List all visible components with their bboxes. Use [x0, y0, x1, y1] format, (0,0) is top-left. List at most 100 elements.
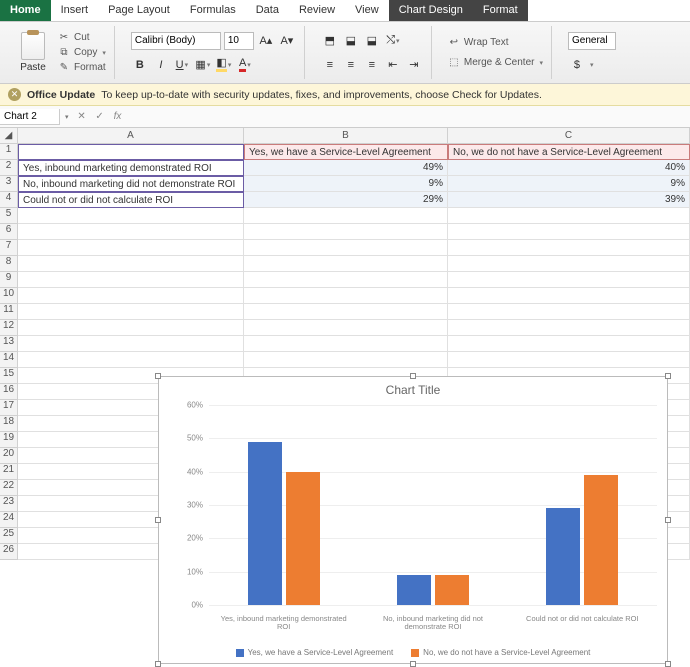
- cell[interactable]: [18, 240, 244, 256]
- cell[interactable]: 9%: [244, 176, 448, 192]
- legend-item[interactable]: No, we do not have a Service-Level Agree…: [411, 648, 590, 657]
- copy-button[interactable]: ⧉Copy▾: [58, 47, 106, 59]
- bar-group[interactable]: [508, 405, 657, 605]
- cell[interactable]: Yes, we have a Service-Level Agreement: [244, 144, 448, 160]
- cell[interactable]: [244, 320, 448, 336]
- tab-home[interactable]: Home: [0, 0, 51, 21]
- bar[interactable]: [546, 508, 580, 605]
- legend-item[interactable]: Yes, we have a Service-Level Agreement: [236, 648, 394, 657]
- format-painter-button[interactable]: ✎Format: [58, 62, 106, 74]
- chart-title[interactable]: Chart Title: [159, 377, 667, 399]
- resize-handle[interactable]: [665, 517, 671, 523]
- row-header[interactable]: 25: [0, 528, 18, 544]
- wrap-text-button[interactable]: ↩Wrap Text: [448, 37, 543, 49]
- cell[interactable]: [448, 288, 690, 304]
- row-header[interactable]: 3: [0, 176, 18, 192]
- cell[interactable]: [244, 256, 448, 272]
- cell[interactable]: [18, 272, 244, 288]
- row-header[interactable]: 22: [0, 480, 18, 496]
- row-header[interactable]: 6: [0, 224, 18, 240]
- align-top-button[interactable]: ⬒: [321, 32, 339, 50]
- col-header-c[interactable]: C: [448, 128, 690, 144]
- cell[interactable]: [18, 304, 244, 320]
- resize-handle[interactable]: [410, 373, 416, 379]
- align-left-button[interactable]: ≡: [321, 56, 339, 74]
- cell[interactable]: [244, 304, 448, 320]
- row-header[interactable]: 11: [0, 304, 18, 320]
- tab-insert[interactable]: Insert: [51, 0, 99, 21]
- cell[interactable]: Could not or did not calculate ROI: [18, 192, 244, 208]
- cell[interactable]: [18, 224, 244, 240]
- merge-center-button[interactable]: ⬚Merge & Center▾: [448, 57, 543, 69]
- plot-area[interactable]: [209, 405, 657, 605]
- bar-group[interactable]: [209, 405, 358, 605]
- cell[interactable]: 29%: [244, 192, 448, 208]
- cell[interactable]: [18, 256, 244, 272]
- name-box[interactable]: [0, 109, 60, 125]
- align-center-button[interactable]: ≡: [342, 56, 360, 74]
- row-header[interactable]: 14: [0, 352, 18, 368]
- bar[interactable]: [397, 575, 431, 605]
- number-format-select[interactable]: [568, 32, 616, 50]
- bar[interactable]: [435, 575, 469, 605]
- bar[interactable]: [584, 475, 618, 605]
- cell[interactable]: [244, 240, 448, 256]
- row-header[interactable]: 21: [0, 464, 18, 480]
- fill-color-button[interactable]: ◧▾: [215, 56, 233, 74]
- resize-handle[interactable]: [665, 661, 671, 667]
- row-header[interactable]: 1: [0, 144, 18, 160]
- row-header[interactable]: 5: [0, 208, 18, 224]
- increase-font-button[interactable]: A▴: [257, 32, 275, 50]
- cell[interactable]: [448, 352, 690, 368]
- cell[interactable]: [18, 288, 244, 304]
- chart-object[interactable]: Chart Title 0%10%20%30%40%50%60% Yes, in…: [158, 376, 668, 664]
- resize-handle[interactable]: [665, 373, 671, 379]
- fx-icon[interactable]: fx: [109, 111, 127, 122]
- tab-data[interactable]: Data: [246, 0, 289, 21]
- bar-group[interactable]: [358, 405, 507, 605]
- formula-input[interactable]: [127, 109, 690, 124]
- chart-legend[interactable]: Yes, we have a Service-Level Agreement N…: [159, 648, 667, 657]
- tab-chart-design[interactable]: Chart Design: [389, 0, 473, 21]
- row-header[interactable]: 4: [0, 192, 18, 208]
- align-right-button[interactable]: ≡: [363, 56, 381, 74]
- font-name-select[interactable]: [131, 32, 221, 50]
- cell[interactable]: Yes, inbound marketing demonstrated ROI: [18, 160, 244, 176]
- row-header[interactable]: 23: [0, 496, 18, 512]
- tab-page-layout[interactable]: Page Layout: [98, 0, 180, 21]
- row-header[interactable]: 10: [0, 288, 18, 304]
- decrease-font-button[interactable]: A▾: [278, 32, 296, 50]
- row-header[interactable]: 15: [0, 368, 18, 384]
- row-header[interactable]: 16: [0, 384, 18, 400]
- resize-handle[interactable]: [155, 661, 161, 667]
- font-color-button[interactable]: A▾: [236, 56, 254, 74]
- cell[interactable]: [448, 240, 690, 256]
- cell[interactable]: 40%: [448, 160, 690, 176]
- italic-button[interactable]: I: [152, 56, 170, 74]
- cell[interactable]: [18, 208, 244, 224]
- cell[interactable]: [18, 320, 244, 336]
- cell[interactable]: [244, 336, 448, 352]
- row-header[interactable]: 8: [0, 256, 18, 272]
- cell[interactable]: [18, 144, 244, 160]
- indent-decrease-button[interactable]: ⇤: [384, 56, 402, 74]
- row-header[interactable]: 13: [0, 336, 18, 352]
- cell[interactable]: 9%: [448, 176, 690, 192]
- bold-button[interactable]: B: [131, 56, 149, 74]
- cell[interactable]: [448, 256, 690, 272]
- row-header[interactable]: 9: [0, 272, 18, 288]
- row-header[interactable]: 24: [0, 512, 18, 528]
- row-header[interactable]: 26: [0, 544, 18, 560]
- row-header[interactable]: 2: [0, 160, 18, 176]
- cell[interactable]: [448, 224, 690, 240]
- align-bottom-button[interactable]: ⬓: [363, 32, 381, 50]
- border-button[interactable]: ▦▾: [194, 56, 212, 74]
- cell[interactable]: [244, 288, 448, 304]
- indent-increase-button[interactable]: ⇥: [405, 56, 423, 74]
- row-header[interactable]: 12: [0, 320, 18, 336]
- bar[interactable]: [286, 472, 320, 605]
- cell[interactable]: [244, 224, 448, 240]
- row-header[interactable]: 17: [0, 400, 18, 416]
- paste-icon[interactable]: [21, 32, 45, 60]
- cell[interactable]: 49%: [244, 160, 448, 176]
